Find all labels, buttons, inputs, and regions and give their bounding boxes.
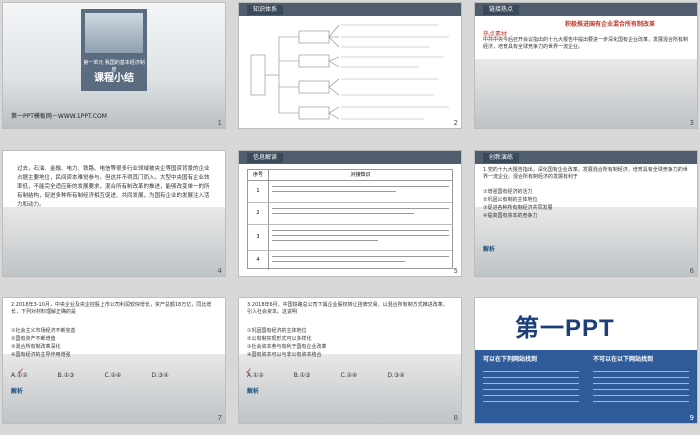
- slide-thumbnail-6[interactable]: 创新演练 1.党的十九大报告指出，深化国有企业改革，发展混合所有制经济，培育具有…: [475, 151, 697, 276]
- logo-area: 第一PPT: [475, 298, 697, 350]
- row-index: 2: [248, 203, 269, 224]
- answer-label: 解析: [483, 246, 496, 253]
- option-2: ②巩固公有制的主体地位: [483, 197, 538, 203]
- slide-number: 2: [453, 119, 458, 127]
- castle-image: [475, 59, 697, 128]
- option-1: ①社会主义市场经济不断完善: [11, 328, 76, 334]
- slide-number: 5: [453, 267, 458, 275]
- slide-header: 知识体系: [247, 5, 284, 15]
- slide-thumbnail-8[interactable]: 3.2018年6月，中国铁路总公司下属企业股权转让挂牌交易，以混合所有制方式推进…: [239, 298, 461, 423]
- choice-c: C.②④: [340, 372, 358, 379]
- slide-thumbnail-5[interactable]: 信息解读 序号 对接知识 1 2 3 4 5: [239, 151, 461, 276]
- question-text: 2.2018年3-10月，中央企业及央企控股上市公司利润较快增长，资产总额18万…: [11, 302, 212, 315]
- option-4: ④提高国有资本的竞争力: [483, 213, 538, 219]
- brand-logo: 第一PPT: [515, 315, 615, 342]
- answer-choices: A.①② B.①③ C.②④ D.③④: [247, 372, 405, 379]
- castle-image: [239, 354, 461, 423]
- body-text: 过去，石油、金融、电力、铁路、电信等很多行业领域被央企等国资背景的企业占据主要地…: [17, 166, 210, 208]
- mind-map-diagram: [250, 24, 449, 120]
- check-mark-icon: ✓: [17, 367, 25, 377]
- choice-b: B.①③: [293, 372, 311, 379]
- title-box: 第一单元 我国的基本经济制度 课程小结: [81, 9, 147, 91]
- slide-header: 链接热点: [483, 5, 520, 15]
- row-index: 1: [248, 181, 269, 202]
- question-text: 3.2018年6月，中国铁路总公司下属企业股权转让挂牌交易，以混合所有制方式推进…: [247, 302, 448, 315]
- slide-number: 1: [217, 119, 222, 127]
- answer-label: 解析: [11, 388, 24, 395]
- footer-text: 第一PPT模板网－WWW.1PPT.COM: [11, 113, 107, 120]
- left-panel-title: 可以在下列网站找到: [483, 356, 538, 363]
- slide-number: 8: [453, 414, 458, 422]
- option-3: ③混合所有制改革深化: [11, 344, 61, 350]
- option-3: ③促进各种所有制经济共同发展: [483, 205, 553, 211]
- choice-c: C.②④: [104, 372, 122, 379]
- slide-thumbnail-7[interactable]: 2.2018年3-10月，中央企业及央企控股上市公司利润较快增长，资产总额18万…: [3, 298, 225, 423]
- col-header-index: 序号: [248, 170, 269, 180]
- right-panel-title: 不可以在以下网站找到: [593, 356, 654, 363]
- option-1: ①巩固国有经济的主体地位: [247, 328, 307, 334]
- links-panel: 可以在下列网站找到 不可以在以下网站找到: [475, 350, 697, 423]
- slide-number: 6: [689, 267, 694, 275]
- slide-thumbnail-1[interactable]: 第一单元 我国的基本经济制度 课程小结 第一PPT模板网－WWW.1PPT.CO…: [3, 3, 225, 128]
- slide-number: 9: [689, 414, 694, 422]
- slide-header: 信息解读: [247, 153, 284, 163]
- info-table: 序号 对接知识 1 2 3 4: [247, 169, 453, 270]
- slide-number: 3: [689, 119, 694, 127]
- question-text: 1.党的十九大报告指出，深化国有企业改革，发展混合所有制经济，培育具有全球竞争力…: [483, 167, 688, 180]
- choice-d: D.③④: [387, 372, 405, 379]
- option-2: ②国有资产不断增值: [11, 336, 56, 342]
- choice-d: D.③④: [151, 372, 169, 379]
- castle-image: [3, 207, 225, 276]
- slide-number: 7: [217, 414, 222, 422]
- answer-choices: A.①② B.①③ C.②④ D.③④: [11, 372, 169, 379]
- option-2: ②公有制实现形式可以多样化: [247, 336, 312, 342]
- slide-number: 4: [217, 267, 222, 275]
- option-3: ③社会资本参与有利于国有企业改革: [247, 344, 327, 350]
- option-4: ④国有经济的主导作用增强: [11, 352, 71, 358]
- col-header-knowledge: 对接知识: [350, 172, 371, 178]
- slide-thumbnail-3[interactable]: 链接热点 积极推进国有企业混合所有制改革 热点素材 中共中央今后召开会议指出的十…: [475, 3, 697, 128]
- slide-thumbnail-9[interactable]: 第一PPT 可以在下列网站找到 不可以在以下网站找到 9: [475, 298, 697, 423]
- answer-label: 解析: [247, 388, 260, 395]
- castle-image: [3, 354, 225, 423]
- option-1: ①增强国有经济的活力: [483, 189, 533, 195]
- slide-header: 创新演练: [483, 153, 520, 163]
- row-index: 4: [248, 251, 269, 270]
- check-mark-icon: ✓: [245, 367, 253, 377]
- slide-title: 课程小结: [94, 73, 134, 84]
- headline: 积极推进国有企业混合所有制改革: [565, 21, 656, 28]
- row-index: 3: [248, 225, 269, 250]
- body-text: 中共中央今后召开会议指出的十九大报告中提出要进一步深化国有企业改革，发展混合所有…: [483, 37, 689, 50]
- option-4: ④国有资本可以与非公有资本结合: [247, 352, 322, 358]
- slide-thumbnail-2[interactable]: 知识体系 2: [239, 3, 461, 128]
- castle-photo: [85, 13, 143, 53]
- slide-thumbnail-4[interactable]: 过去，石油、金融、电力、铁路、电信等很多行业领域被央企等国资背景的企业占据主要地…: [3, 151, 225, 276]
- choice-b: B.①③: [57, 372, 75, 379]
